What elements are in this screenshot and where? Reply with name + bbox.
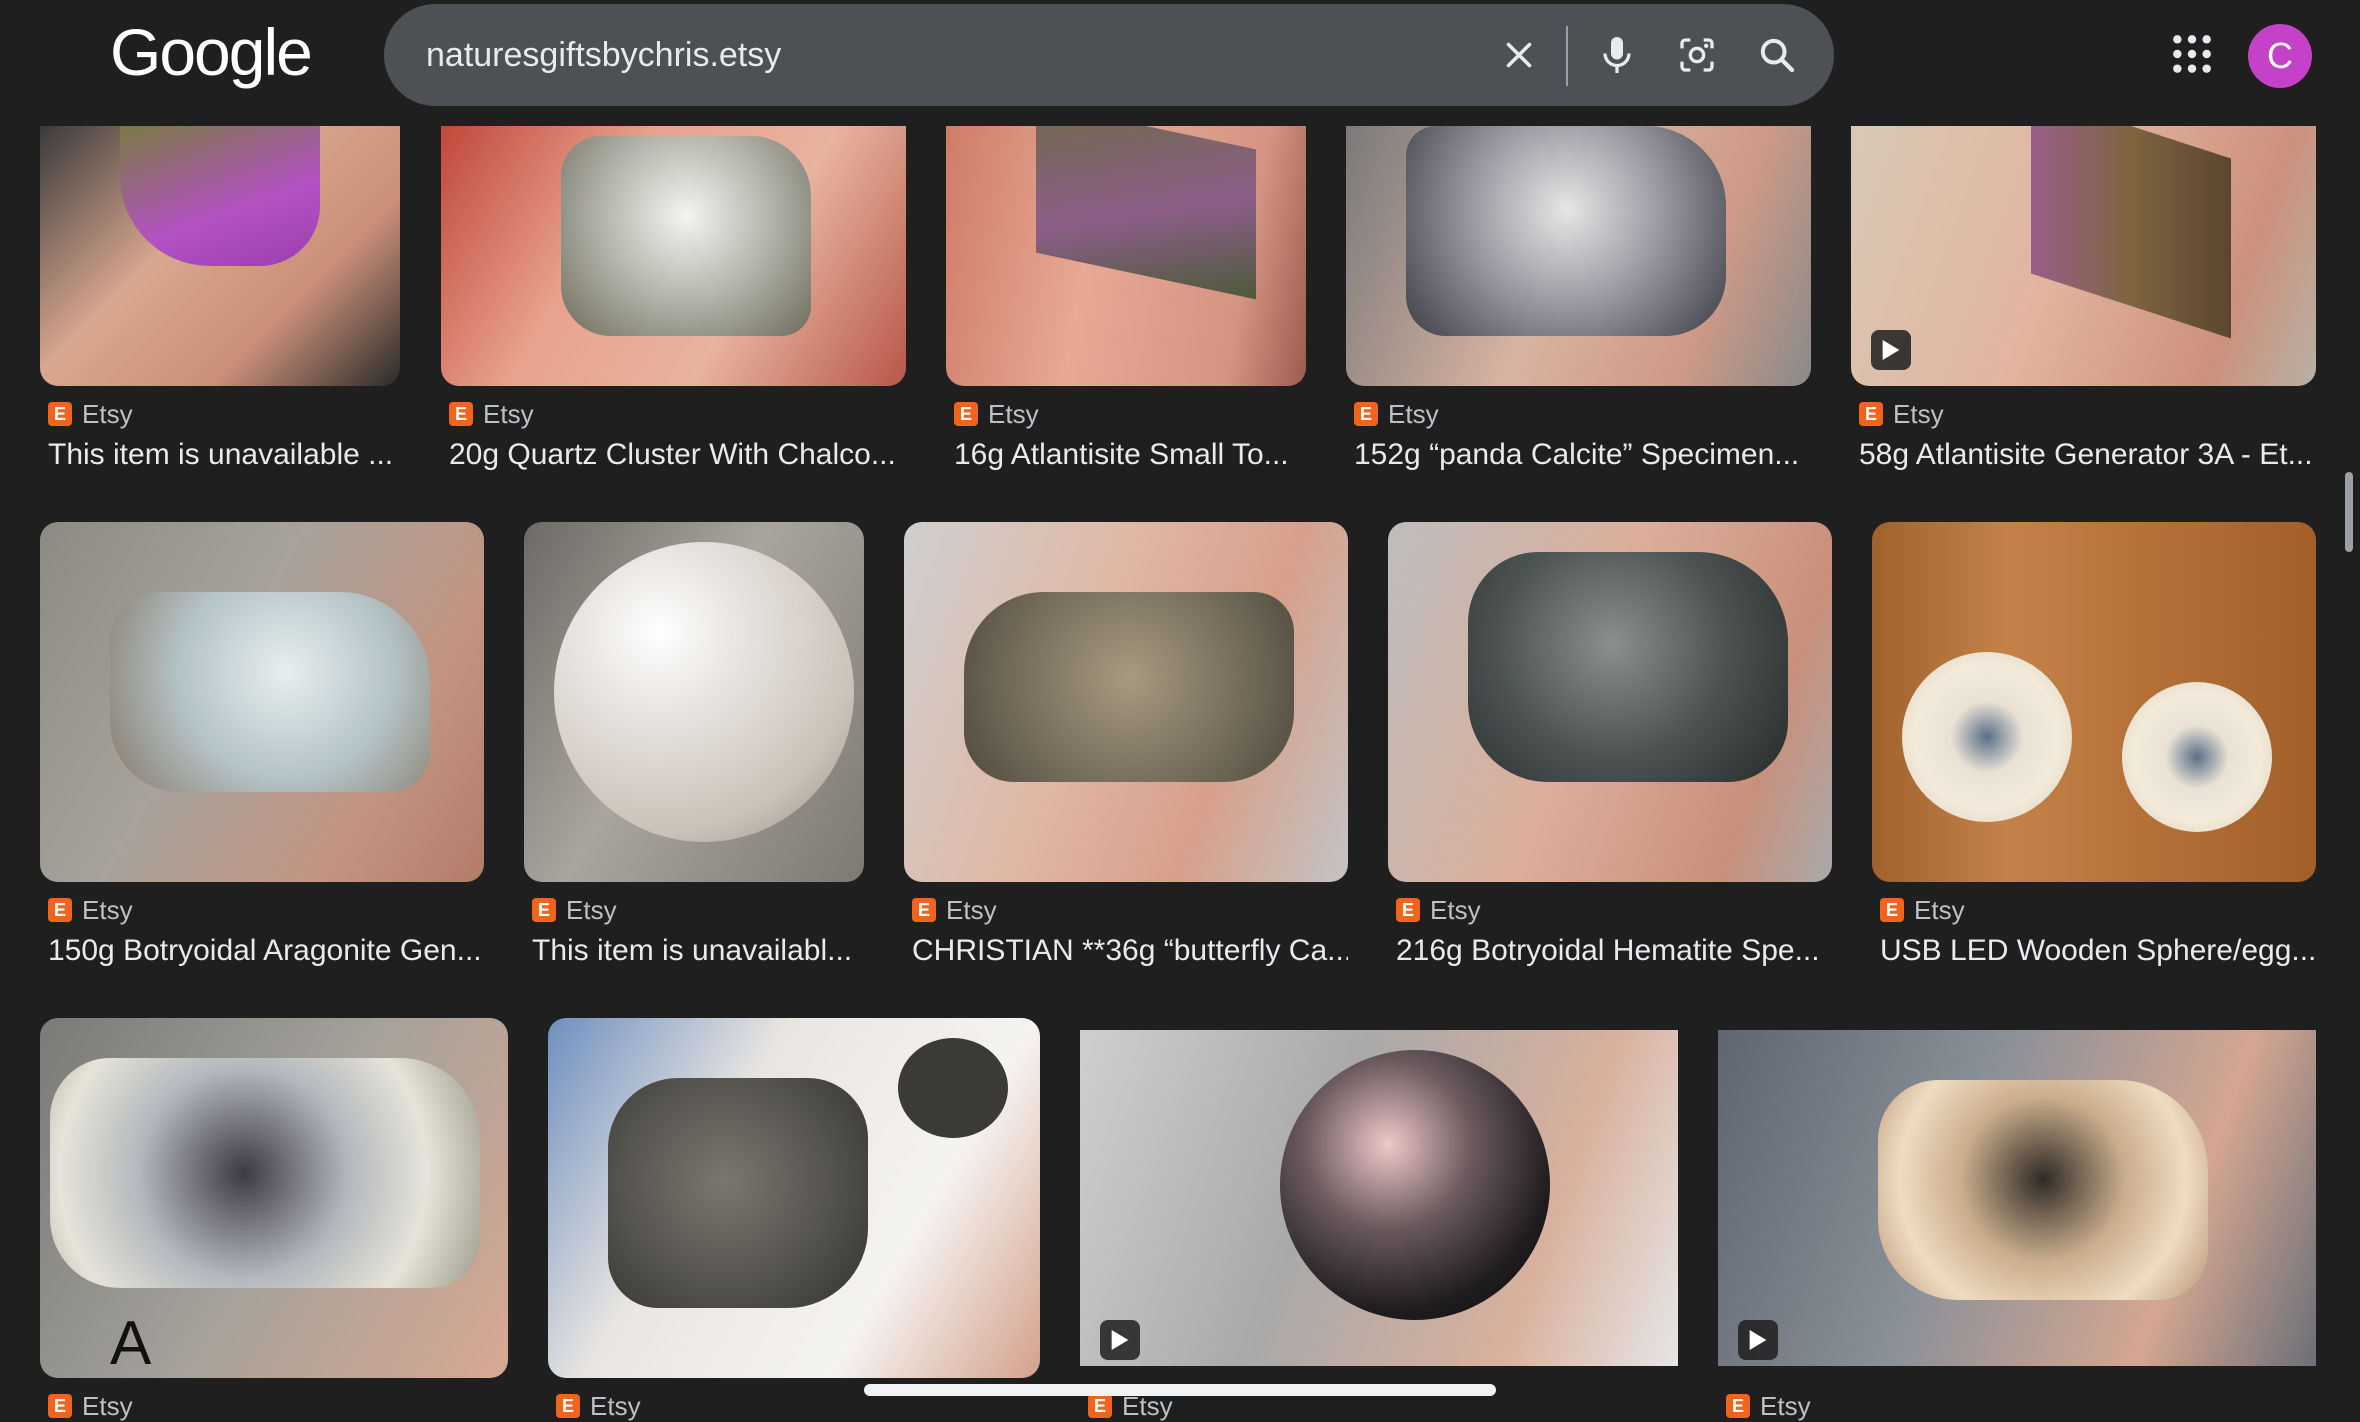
result-thumbnail[interactable] xyxy=(1851,126,2316,386)
result-title[interactable]: This item is unavailabl... xyxy=(532,934,864,968)
result-title[interactable]: USB LED Wooden Sphere/egg... xyxy=(1880,934,2316,968)
result-thumbnail[interactable] xyxy=(1346,126,1811,386)
result-title[interactable]: 16g Atlantisite Small To... xyxy=(954,438,1306,472)
result-title[interactable]: 20g Quartz Cluster With Chalco... xyxy=(449,438,906,472)
quartz-cluster xyxy=(561,136,811,336)
top-bar: Google naturesgiftsbychris.etsy C xyxy=(0,0,2360,126)
atlantisite-tower xyxy=(1036,126,1256,300)
result-source: Etsy xyxy=(82,398,133,429)
search-divider xyxy=(1566,26,1568,86)
quartz-sphere xyxy=(554,542,854,842)
etsy-icon: E xyxy=(48,402,72,426)
result-source: Etsy xyxy=(1760,1390,1811,1421)
search-icon[interactable] xyxy=(1752,30,1802,80)
result-thumbnail[interactable] xyxy=(904,522,1348,882)
etsy-icon: E xyxy=(1859,402,1883,426)
etsy-icon: E xyxy=(48,1394,72,1418)
etsy-icon: E xyxy=(1088,1394,1112,1418)
meteorite-rock xyxy=(608,1078,868,1308)
result-thumbnail[interactable] xyxy=(40,522,484,882)
video-play-icon xyxy=(1100,1320,1140,1360)
wooden-base-right xyxy=(2122,682,2272,832)
etsy-icon: E xyxy=(954,402,978,426)
etsy-icon: E xyxy=(1354,402,1378,426)
etsy-icon: E xyxy=(532,898,556,922)
etsy-icon: E xyxy=(912,898,936,922)
result-title[interactable]: 150g Botryoidal Aragonite Gen... xyxy=(48,934,484,968)
dendrite-specimen xyxy=(1878,1080,2208,1300)
result-thumbnail[interactable] xyxy=(441,126,906,386)
account-avatar[interactable]: C xyxy=(2248,24,2312,88)
small-rock xyxy=(898,1038,1008,1138)
google-logo[interactable]: Google xyxy=(110,14,313,90)
panda-calcite xyxy=(1406,126,1726,336)
camera-lens-icon[interactable] xyxy=(1672,30,1722,80)
dendritic-agate xyxy=(50,1058,480,1288)
microphone-icon[interactable] xyxy=(1592,30,1642,80)
result-title[interactable]: 216g Botryoidal Hematite Spe... xyxy=(1396,934,1832,968)
atlantisite-generator xyxy=(2031,126,2231,339)
result-thumbnail[interactable]: A xyxy=(40,1018,508,1378)
etsy-icon: E xyxy=(1726,1394,1750,1418)
result-source: Etsy xyxy=(82,1390,133,1421)
result-thumbnail[interactable] xyxy=(1872,522,2316,882)
result-source: Etsy xyxy=(946,894,997,925)
etsy-icon: E xyxy=(1880,898,1904,922)
result-thumbnail[interactable] xyxy=(1080,1030,1678,1366)
hematite-specimen xyxy=(1468,552,1788,782)
result-thumbnail[interactable] xyxy=(946,126,1306,386)
result-title[interactable]: 58g Atlantisite Generator 3A - Et... xyxy=(1859,438,2316,472)
flower-agate-sphere xyxy=(1280,1050,1550,1320)
wooden-base-left xyxy=(1902,652,2072,822)
result-source: Etsy xyxy=(82,894,133,925)
atlantisite-stone xyxy=(120,126,320,266)
result-source: Etsy xyxy=(1914,894,1965,925)
result-source: Etsy xyxy=(590,1390,641,1421)
apps-grid-icon[interactable] xyxy=(2170,32,2214,76)
result-source: Etsy xyxy=(566,894,617,925)
etsy-icon: E xyxy=(556,1394,580,1418)
etsy-icon: E xyxy=(48,898,72,922)
vertical-scrollbar[interactable] xyxy=(2345,472,2353,552)
result-title[interactable]: 152g “panda Calcite” Specimen... xyxy=(1354,438,1811,472)
result-source: Etsy xyxy=(483,398,534,429)
result-thumbnail[interactable] xyxy=(548,1018,1040,1378)
search-box[interactable]: naturesgiftsbychris.etsy xyxy=(384,4,1834,106)
result-source: Etsy xyxy=(1388,398,1439,429)
result-title[interactable]: This item is unavailable ... xyxy=(48,438,400,472)
thumbnail-letter: A xyxy=(110,1309,152,1378)
result-source: Etsy xyxy=(1430,894,1481,925)
result-thumbnail[interactable] xyxy=(1718,1030,2316,1366)
search-input[interactable]: naturesgiftsbychris.etsy xyxy=(426,36,781,75)
result-source: Etsy xyxy=(1893,398,1944,429)
result-thumbnail[interactable] xyxy=(1388,522,1832,882)
calcite-specimen xyxy=(964,592,1294,782)
etsy-icon: E xyxy=(449,402,473,426)
result-thumbnail[interactable] xyxy=(524,522,864,882)
video-play-icon xyxy=(1871,330,1911,370)
video-play-icon xyxy=(1738,1320,1778,1360)
etsy-icon: E xyxy=(1396,898,1420,922)
clear-icon[interactable] xyxy=(1494,30,1544,80)
result-source: Etsy xyxy=(988,398,1039,429)
result-thumbnail[interactable] xyxy=(40,126,400,386)
horizontal-scrollbar[interactable] xyxy=(864,1384,1496,1396)
result-title[interactable]: CHRISTIAN **36g “butterfly Ca... xyxy=(912,934,1348,968)
aragonite-stone xyxy=(110,592,430,792)
